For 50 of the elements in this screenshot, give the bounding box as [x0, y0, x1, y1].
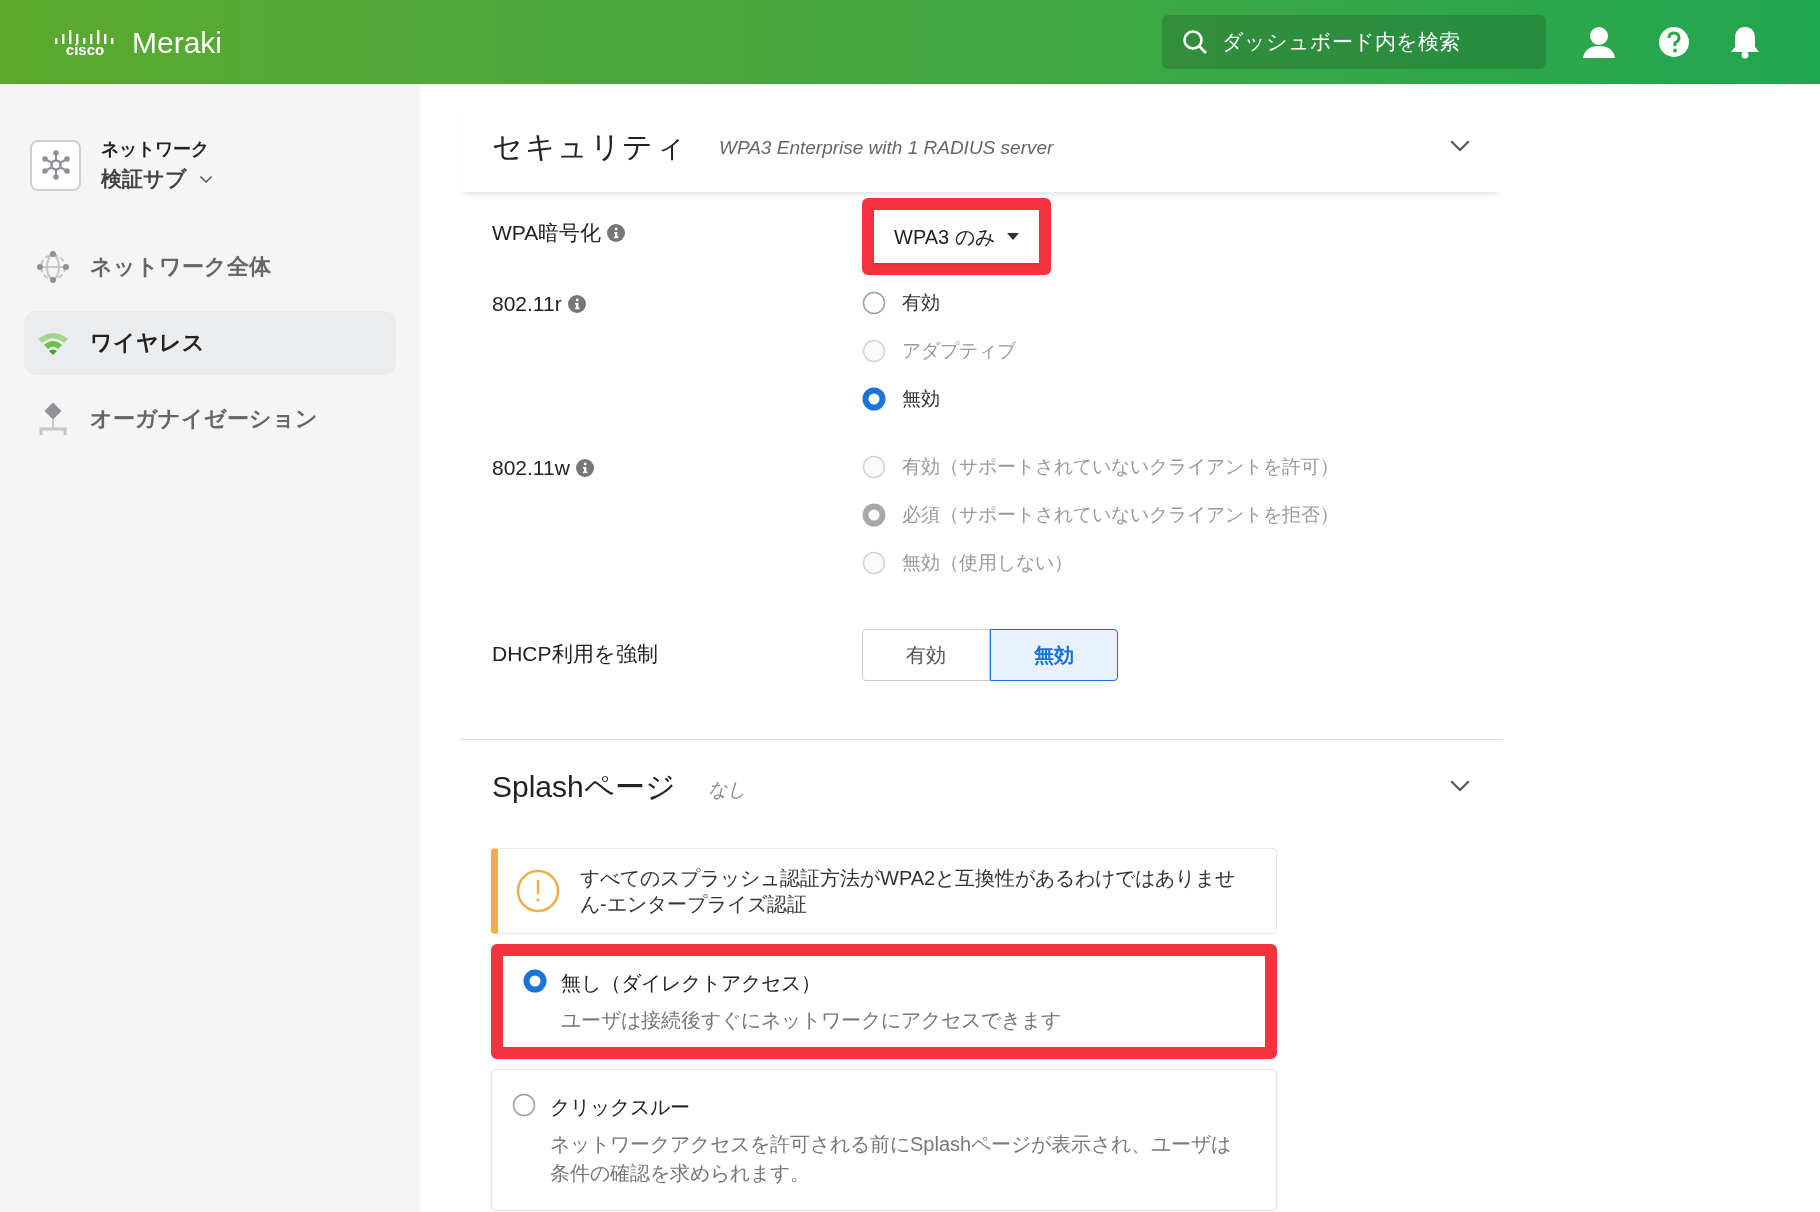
radio-label: 無効: [902, 386, 940, 411]
globe-icon: [36, 249, 70, 284]
field-label: 802.11w: [492, 455, 570, 482]
info-icon[interactable]: [575, 459, 594, 477]
chevron-down-icon[interactable]: [1449, 779, 1471, 793]
field-label: 802.11r: [492, 291, 562, 318]
toggle-option[interactable]: 無効: [990, 629, 1118, 681]
radio-button[interactable]: [512, 1093, 536, 1117]
search-icon: [1182, 29, 1208, 55]
radio-label: 有効: [902, 290, 940, 315]
section-summary: WPA3 Enterprise with 1 RADIUS server: [719, 135, 1054, 160]
radio-label: 無効（使用しない）: [902, 550, 1073, 575]
splash-option-card[interactable]: 無し（ダイレクトアクセス） ユーザは接続後すぐにネットワークにアクセスできます: [503, 956, 1265, 1047]
option-title: クリックスルー: [550, 1095, 691, 1120]
sidebar-item[interactable]: ネットワーク全体: [24, 234, 396, 299]
product-name: Meraki: [132, 24, 222, 61]
user-icon[interactable]: [1582, 26, 1616, 58]
network-name[interactable]: 検証サブ: [101, 163, 187, 195]
radio-button[interactable]: [862, 387, 886, 411]
warning-icon: [516, 869, 560, 913]
radio-button[interactable]: [523, 969, 547, 993]
sidebar-item[interactable]: オーガナイゼーション: [24, 386, 396, 451]
network-hub-icon: [39, 149, 72, 182]
radio-label: 有効（サポートされていないクライアントを許可）: [902, 454, 1339, 479]
option-title: 無し（ダイレクトアクセス）: [561, 971, 822, 996]
chevron-down-icon[interactable]: [199, 174, 213, 183]
encryption-dropdown[interactable]: WPA3 のみ: [874, 210, 1039, 263]
section-title: Splashページ: [492, 768, 676, 805]
caret-icon: [1006, 233, 1019, 240]
network-label: ネットワーク: [101, 138, 210, 161]
option-description: ネットワークアクセスを許可される前にSplashページが表示され、ユーザは条件の確認を求められます。: [550, 1132, 1233, 1186]
logo-bars-icon: [54, 27, 116, 44]
warning-text: すべてのスプラッシュ認証方法がWPA2と互換性があるわけではありません-エンタープライズ認証: [580, 866, 1237, 917]
info-icon[interactable]: [567, 295, 586, 313]
option-description: ユーザは接続後すぐにネットワークにアクセスできます: [561, 1008, 1061, 1033]
info-icon[interactable]: [607, 224, 626, 242]
field-label: DHCP利用を強制: [492, 641, 658, 668]
field-label: WPA暗号化: [492, 220, 602, 247]
chevron-down-icon[interactable]: [1449, 139, 1471, 153]
section-title: セキュリティ: [492, 128, 687, 165]
logo-wordmark: cisco: [65, 41, 105, 57]
radio-button[interactable]: [862, 291, 886, 315]
help-icon[interactable]: [1658, 26, 1690, 58]
section-summary: なし: [707, 777, 746, 802]
notification-bell-icon[interactable]: [1730, 25, 1760, 59]
splash-option-card[interactable]: クリックスルー ネットワークアクセスを許可される前にSplashページが表示され、ユーザは条件の確認を求められます。: [491, 1069, 1277, 1211]
sidebar-item[interactable]: ワイヤレス: [24, 310, 396, 375]
toggle-option[interactable]: 有効: [862, 629, 990, 681]
radio-label: アダプティブ: [902, 338, 1016, 363]
radio-label: 必須（サポートされていないクライアントを拒否）: [902, 502, 1339, 527]
